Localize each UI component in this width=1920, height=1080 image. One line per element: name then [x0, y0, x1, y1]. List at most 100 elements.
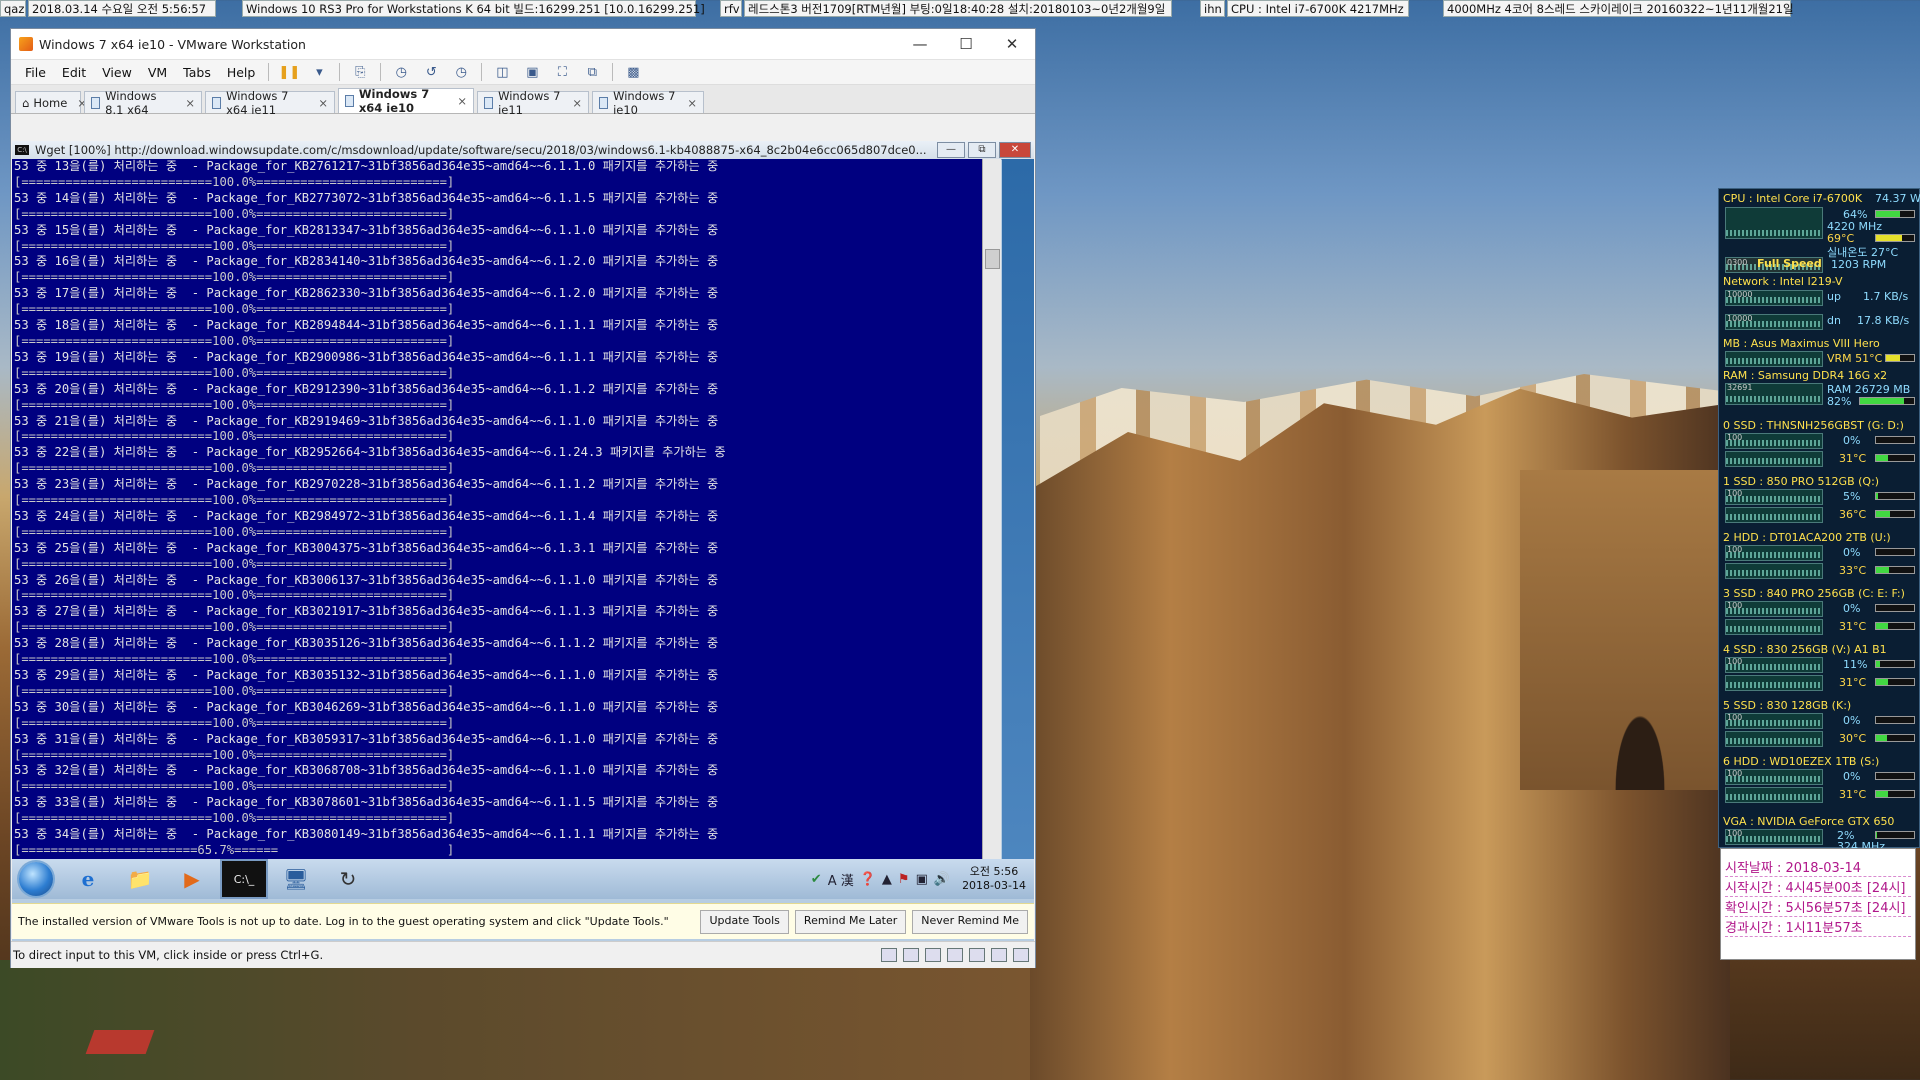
- menu-view[interactable]: View: [94, 65, 140, 80]
- tab-windows-7-x64-ie10[interactable]: Windows 7 x64 ie10 ×: [338, 87, 474, 115]
- tab-windows-7-x64-ie11[interactable]: Windows 7 x64 ie11 ×: [205, 89, 335, 117]
- console-progress-line: [==========================100.0%=======…: [14, 238, 455, 253]
- log-check-time: 확인시간 : 5시56분57초 [24시]: [1725, 897, 1911, 917]
- info-chip-rfv[interactable]: rfv: [720, 0, 742, 17]
- cmd-close-button[interactable]: ✕: [999, 142, 1031, 158]
- unity-icon[interactable]: ⧉: [580, 62, 604, 82]
- console-scrollbar[interactable]: [982, 159, 1001, 859]
- maximize-button[interactable]: ☐: [943, 29, 989, 59]
- tab-home[interactable]: ⌂ Home ×: [15, 91, 87, 113]
- guest-display[interactable]: C:\ Wget [100%] http://download.windowsu…: [12, 141, 1034, 941]
- snapshot-revert-icon[interactable]: ↺: [419, 62, 443, 82]
- floppy-device-icon[interactable]: [925, 948, 941, 962]
- library-view-icon[interactable]: ◫: [490, 62, 514, 82]
- disk-title: 2 HDD : DT01ACA200 2TB (U:): [1723, 531, 1891, 544]
- tab-windows-7-ie11[interactable]: Windows 7 ie11 ×: [477, 89, 589, 117]
- hard-disk-device-icon[interactable]: [881, 948, 897, 962]
- send-ctrl-alt-del-icon[interactable]: ⎘: [348, 62, 372, 82]
- timer-log-panel[interactable]: 시작날짜 : 2018-03-14 시작시간 : 4시45분00초 [24시] …: [1720, 848, 1916, 960]
- network-tray-icon[interactable]: ✔: [811, 872, 822, 887]
- pause-dropdown-chevron-icon[interactable]: ▾: [307, 62, 331, 82]
- menu-file[interactable]: File: [17, 65, 54, 80]
- vga-title: VGA : NVIDIA GeForce GTX 650: [1723, 815, 1895, 828]
- vga-scale: 100: [1727, 829, 1743, 838]
- info-chip-cpu-detail[interactable]: 4000MHz 4코어 8스레드 스카이레이크 20160322~1년11개월2…: [1443, 0, 1794, 17]
- vm-icon: [212, 96, 222, 109]
- disk-temp-fill: [1876, 623, 1888, 629]
- tab-close-icon[interactable]: ×: [447, 94, 467, 108]
- snapshot-take-icon[interactable]: ◷: [389, 62, 413, 82]
- sound-device-icon[interactable]: [991, 948, 1007, 962]
- cmd-console-output[interactable]: 53 중 13을(를) 처리하는 중 - Package_for_KB27612…: [12, 159, 982, 859]
- internet-explorer-icon[interactable]: e: [64, 861, 112, 897]
- update-tools-button[interactable]: Update Tools: [700, 909, 789, 934]
- menu-vm[interactable]: VM: [140, 65, 175, 80]
- volume-icon[interactable]: 🔊: [934, 872, 950, 887]
- ram-title: RAM : Samsung DDR4 16G x2: [1723, 369, 1888, 382]
- network-adapter-device-icon[interactable]: [947, 948, 963, 962]
- network-down-rate: 17.8 KB/s: [1857, 314, 1910, 327]
- scrollbar-thumb[interactable]: [985, 249, 1000, 269]
- never-remind-me-button[interactable]: Never Remind Me: [912, 909, 1028, 934]
- cmd-restore-button[interactable]: ⧉: [968, 142, 996, 158]
- tray-expand-chevron-icon[interactable]: ▲: [882, 872, 892, 887]
- tab-close-icon[interactable]: ×: [308, 96, 328, 110]
- disk-load-bar: [1875, 716, 1915, 724]
- menu-help[interactable]: Help: [219, 65, 264, 80]
- console-progress-line: [==========================100.0%=======…: [14, 397, 455, 412]
- vrm-temp: VRM 51°C: [1827, 352, 1883, 365]
- disk-temp-bar: [1875, 510, 1915, 518]
- info-chip-datetime[interactable]: 2018.03.14 수요일 오전 5:56:57: [28, 0, 216, 17]
- window-titlebar[interactable]: Windows 7 x64 ie10 - VMware Workstation …: [11, 29, 1035, 60]
- network-up-scale: 10000: [1727, 290, 1753, 299]
- cmd-window-titlebar[interactable]: C:\ Wget [100%] http://download.windowsu…: [12, 141, 1034, 160]
- info-chip-qaz[interactable]: qaz: [0, 0, 26, 17]
- stretch-guest-icon[interactable]: ▩: [621, 62, 645, 82]
- fullscreen-icon[interactable]: ⛶: [550, 62, 574, 82]
- console-line: 53 중 32을(를) 처리하는 중 - Package_for_KB30687…: [14, 763, 719, 778]
- minimize-button[interactable]: —: [897, 29, 943, 59]
- snapshot-manager-icon[interactable]: ◷: [449, 62, 473, 82]
- close-button[interactable]: ✕: [989, 29, 1035, 59]
- info-chip-uptime[interactable]: 레드스톤3 버전1709[RTM년월] 부팅:0일18:40:28 설치:201…: [744, 0, 1172, 17]
- printer-device-icon[interactable]: [969, 948, 985, 962]
- action-center-flag-icon[interactable]: ⚑: [898, 872, 910, 887]
- help-icon[interactable]: ❓: [860, 872, 876, 887]
- tab-close-icon[interactable]: ×: [175, 96, 195, 110]
- refresh-icon[interactable]: ↻: [324, 861, 372, 897]
- cd-dvd-device-icon[interactable]: [903, 948, 919, 962]
- pause-icon[interactable]: ❚❚: [277, 62, 301, 82]
- tab-windows-8-1-x64[interactable]: Windows 8.1 x64 ×: [84, 89, 202, 117]
- console-progress-line: [==========================100.0%=======…: [14, 174, 455, 189]
- cmd-taskbar-icon[interactable]: C:\_: [220, 859, 268, 899]
- cmd-minimize-button[interactable]: —: [937, 142, 965, 158]
- tab-close-icon[interactable]: ×: [677, 96, 697, 110]
- tray-clock[interactable]: 오전 5:56 2018-03-14: [962, 865, 1026, 893]
- info-chip-ihn[interactable]: ihn: [1200, 0, 1225, 17]
- remind-me-later-button[interactable]: Remind Me Later: [794, 909, 907, 934]
- ime-indicator[interactable]: A 漢: [828, 870, 854, 889]
- vmware-window[interactable]: Windows 7 x64 ie10 - VMware Workstation …: [10, 28, 1036, 968]
- hardware-monitor-panel[interactable]: CPU : Intel Core i7-6700K 74.37 W 64% 42…: [1718, 188, 1920, 853]
- tab-windows-7-ie10[interactable]: Windows 7 ie10 ×: [592, 89, 704, 117]
- menu-tabs[interactable]: Tabs: [175, 65, 219, 80]
- media-player-icon[interactable]: ▶: [168, 861, 216, 897]
- disk-temp-bar: [1875, 566, 1915, 574]
- console-line: 53 중 24을(를) 처리하는 중 - Package_for_KB29849…: [14, 508, 719, 523]
- remote-desktop-icon[interactable]: 🖥: [272, 861, 320, 897]
- disk-title: 1 SSD : 850 PRO 512GB (Q:): [1723, 475, 1880, 488]
- cmd-icon: C:\: [15, 145, 29, 155]
- vm-icon: [345, 95, 354, 107]
- display-icon[interactable]: ▣: [916, 872, 928, 887]
- explorer-folder-icon[interactable]: 📁: [116, 861, 164, 897]
- vrm-temp-bar: [1885, 354, 1915, 362]
- vrm-temp-fill: [1886, 355, 1901, 361]
- start-button[interactable]: [12, 861, 60, 897]
- message-log-icon[interactable]: [1013, 948, 1029, 962]
- tab-close-icon[interactable]: ×: [562, 96, 582, 110]
- info-chip-os[interactable]: Windows 10 RS3 Pro for Workstations K 64…: [242, 0, 705, 17]
- menu-edit[interactable]: Edit: [54, 65, 94, 80]
- info-chip-cpu[interactable]: CPU : Intel i7-6700K 4217MHz: [1227, 0, 1409, 17]
- cmd-window-title: Wget [100%] http://download.windowsupdat…: [35, 143, 927, 157]
- console-view-icon[interactable]: ▣: [520, 62, 544, 82]
